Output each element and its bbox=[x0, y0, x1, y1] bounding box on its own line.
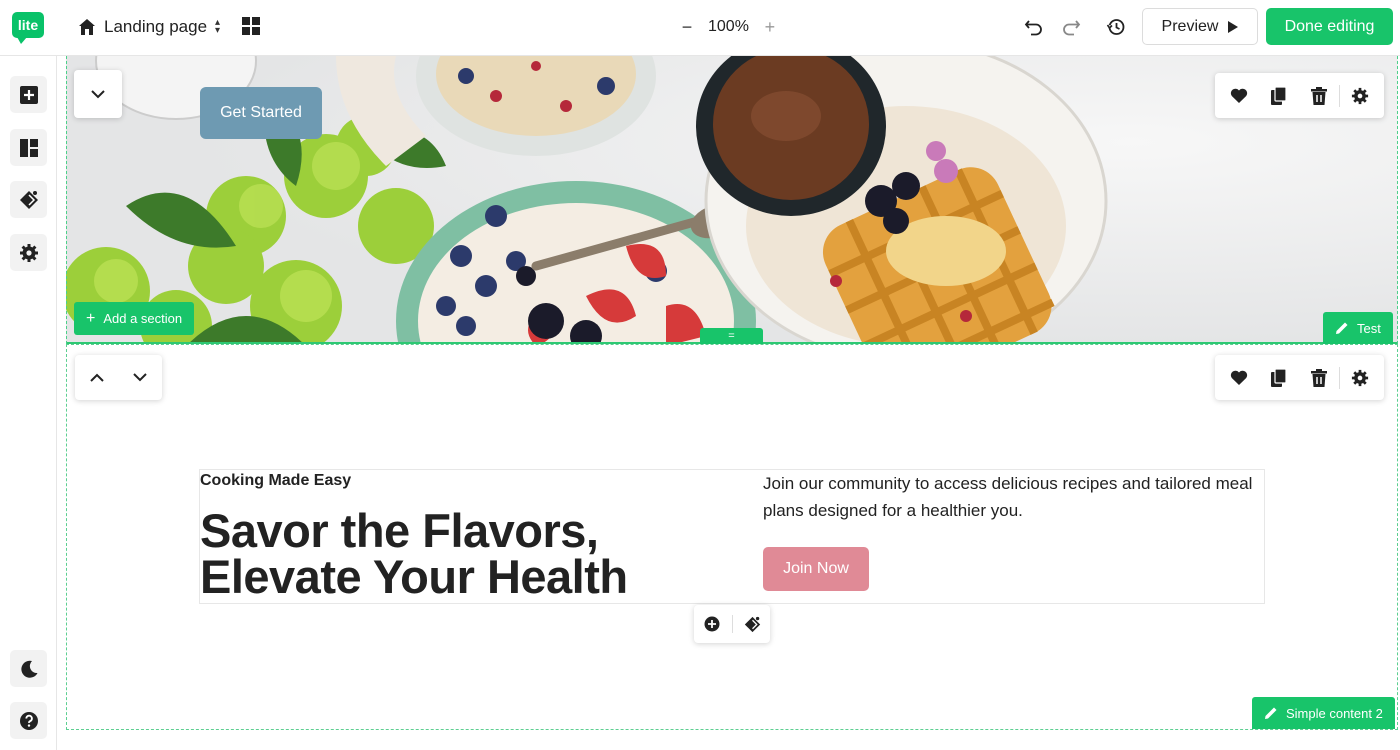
help-button[interactable] bbox=[10, 702, 47, 739]
chevron-down-icon bbox=[133, 373, 147, 382]
chevron-updown-icon: ▴ ▾ bbox=[215, 17, 221, 36]
history-button[interactable] bbox=[1103, 14, 1129, 40]
pencil-icon bbox=[1336, 322, 1348, 334]
undo-icon bbox=[1024, 20, 1042, 36]
page-selector[interactable]: Landing page ▴ ▾ bbox=[78, 14, 220, 40]
zoom-level: 100% bbox=[708, 18, 749, 35]
delete-section-button[interactable] bbox=[1299, 74, 1339, 118]
help-icon bbox=[19, 711, 38, 730]
done-editing-button[interactable]: Done editing bbox=[1266, 8, 1393, 45]
plus-icon: + bbox=[86, 309, 96, 327]
content-section-name: Simple content 2 bbox=[1286, 705, 1383, 721]
trash-icon bbox=[1311, 368, 1327, 387]
move-section-down-button[interactable] bbox=[122, 356, 158, 400]
hero-section-toolbar bbox=[1215, 73, 1384, 118]
history-icon bbox=[1106, 19, 1125, 35]
add-section-label: Add a section bbox=[103, 311, 183, 326]
move-section-up-button[interactable] bbox=[79, 356, 115, 400]
heart-icon bbox=[1230, 88, 1248, 103]
editor-canvas: Get Started + Add a section Test = Simpl… bbox=[58, 56, 1400, 750]
duplicate-section-button[interactable] bbox=[1259, 356, 1299, 400]
dark-mode-button[interactable] bbox=[10, 650, 47, 687]
plus-circle-icon bbox=[704, 616, 719, 632]
eyebrow-text[interactable]: Cooking Made Easy bbox=[200, 472, 351, 490]
zoom-in-button[interactable]: + bbox=[761, 17, 779, 38]
chevron-up-icon bbox=[90, 373, 104, 382]
top-toolbar: lite Landing page ▴ ▾ − 100% + Preview Do… bbox=[0, 0, 1400, 56]
section-settings-button[interactable] bbox=[1340, 74, 1380, 118]
pencil-icon bbox=[1265, 707, 1277, 719]
play-icon bbox=[1228, 20, 1239, 33]
section-settings-button[interactable] bbox=[1340, 356, 1380, 400]
home-icon bbox=[79, 19, 95, 35]
settings-icon bbox=[19, 243, 38, 262]
gear-icon bbox=[1351, 369, 1369, 386]
theme-paint-button[interactable] bbox=[10, 181, 47, 218]
preview-button[interactable]: Preview bbox=[1142, 8, 1258, 45]
join-now-button[interactable]: Join Now bbox=[763, 547, 869, 591]
hero-section-name-tag[interactable]: Test bbox=[1323, 312, 1393, 344]
heart-icon bbox=[1230, 370, 1248, 385]
zoom-control: − 100% + bbox=[678, 14, 779, 40]
trash-icon bbox=[1311, 86, 1327, 105]
content-section-name-tag[interactable]: Simple content 2 bbox=[1252, 697, 1395, 729]
left-sidebar bbox=[0, 56, 57, 750]
app-logo[interactable]: lite bbox=[12, 12, 44, 44]
section-collapse-control[interactable] bbox=[74, 70, 122, 118]
content-section-toolbar bbox=[1215, 355, 1384, 400]
layout-button[interactable] bbox=[10, 129, 47, 166]
favorite-section-button[interactable] bbox=[1219, 74, 1259, 118]
duplicate-section-button[interactable] bbox=[1259, 74, 1299, 118]
section-reorder-control bbox=[75, 355, 162, 400]
zoom-out-button[interactable]: − bbox=[678, 17, 696, 38]
delete-section-button[interactable] bbox=[1299, 356, 1339, 400]
gear-icon bbox=[1351, 87, 1369, 104]
moon-icon bbox=[20, 660, 37, 678]
page-name: Landing page bbox=[104, 17, 208, 36]
add-section-button[interactable]: + Add a section bbox=[74, 302, 195, 335]
get-started-button[interactable]: Get Started bbox=[200, 87, 322, 139]
pages-grid-icon[interactable] bbox=[242, 17, 260, 35]
preview-label: Preview bbox=[1161, 17, 1219, 35]
add-block-button[interactable] bbox=[10, 76, 47, 113]
copy-icon bbox=[1271, 368, 1287, 387]
redo-button[interactable] bbox=[1058, 14, 1084, 40]
section-drag-handle[interactable]: = bbox=[700, 328, 763, 344]
favorite-section-button[interactable] bbox=[1219, 356, 1259, 400]
add-block-button[interactable] bbox=[697, 609, 727, 639]
hero-section[interactable]: Get Started bbox=[66, 56, 1398, 344]
description-text[interactable]: Join our community to access delicious r… bbox=[763, 470, 1253, 524]
paint-icon bbox=[19, 190, 38, 209]
redo-icon bbox=[1063, 20, 1081, 36]
copy-icon bbox=[1271, 86, 1287, 105]
headline-text[interactable]: Savor the Flavors, Elevate Your Health bbox=[200, 507, 720, 600]
add-block-icon bbox=[19, 85, 38, 104]
block-style-button[interactable] bbox=[738, 609, 768, 639]
toolbar-divider bbox=[731, 615, 733, 633]
hero-section-name: Test bbox=[1357, 320, 1381, 336]
block-mini-toolbar bbox=[694, 605, 770, 643]
paint-icon bbox=[744, 616, 761, 632]
layout-icon bbox=[19, 138, 38, 157]
site-settings-button[interactable] bbox=[10, 234, 47, 271]
chevron-down-icon bbox=[91, 89, 105, 98]
undo-button[interactable] bbox=[1021, 14, 1047, 40]
